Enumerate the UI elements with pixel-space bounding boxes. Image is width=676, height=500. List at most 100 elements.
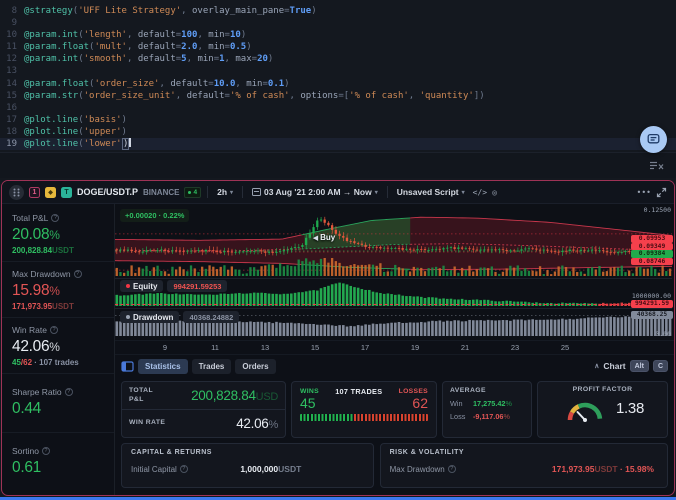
buy-trade-marker[interactable]: ◀ Buy bbox=[313, 233, 336, 242]
editor-toolbar bbox=[0, 152, 676, 178]
results-tabs: Statistics Trades Orders ∧ Chart Alt C bbox=[115, 354, 674, 377]
drag-handle[interactable] bbox=[9, 185, 24, 200]
price-axis-top-label: 0.12500 bbox=[644, 206, 671, 214]
code-editor[interactable]: 8@strategy('UFF Lite Strategy', overlay_… bbox=[0, 0, 676, 152]
info-icon[interactable]: ? bbox=[74, 270, 82, 278]
exchange-logo-badge[interactable]: ◆ bbox=[45, 187, 56, 198]
account-badge[interactable]: T bbox=[61, 187, 72, 198]
code-line[interactable]: 15@param.str('order_size_unit', default=… bbox=[0, 90, 676, 102]
info-icon[interactable]: ? bbox=[42, 447, 50, 455]
code-line[interactable]: 16 bbox=[0, 102, 676, 114]
line-number: 17 bbox=[0, 114, 24, 126]
line-number: 18 bbox=[0, 126, 24, 138]
summary-cards: CAPITAL & RETURNS Initial Capital? 1,000… bbox=[115, 441, 674, 495]
stat-sortino: Sortino? 0.61 bbox=[2, 433, 114, 483]
price-level-badge: 0.09384 bbox=[631, 250, 673, 258]
date-range-select[interactable]: 03 Aug '21 2:00 AM → Now▾ bbox=[249, 185, 381, 199]
code-text[interactable]: @param.int('length', default=100, min=10… bbox=[24, 29, 246, 41]
text-cursor bbox=[129, 138, 131, 147]
code-text[interactable]: @plot.line('upper') bbox=[24, 126, 127, 138]
time-axis-label: 23 bbox=[511, 343, 519, 352]
calendar-icon bbox=[252, 188, 261, 196]
info-icon[interactable]: ? bbox=[50, 326, 58, 334]
tab-orders[interactable]: Orders bbox=[235, 359, 275, 374]
card-capital-returns: CAPITAL & RETURNS Initial Capital? 1,000… bbox=[121, 443, 374, 488]
info-icon[interactable]: ? bbox=[448, 465, 456, 473]
line-number: 8 bbox=[0, 5, 24, 17]
code-line[interactable]: 9 bbox=[0, 17, 676, 29]
info-icon[interactable]: ? bbox=[65, 388, 73, 396]
chevron-down-icon: ▾ bbox=[462, 189, 465, 196]
equity-current-badge: 994291.59 bbox=[631, 300, 673, 308]
info-icon[interactable]: ? bbox=[180, 465, 188, 473]
code-line[interactable]: 10@param.int('length', default=100, min=… bbox=[0, 29, 676, 41]
chart-collapse-toggle[interactable]: ∧ Chart bbox=[594, 361, 625, 371]
drawdown-level-badge: 40368.25 bbox=[631, 311, 673, 319]
code-icon[interactable]: </> bbox=[473, 188, 487, 197]
strategy-tester-panel: 1 ◆ T DOGE/USDT.P BINANCE 4 2h▾ 03 Aug '… bbox=[1, 180, 675, 496]
time-axis-label: 25 bbox=[561, 343, 569, 352]
line-number: 10 bbox=[0, 29, 24, 41]
code-line[interactable]: 18@plot.line('upper') bbox=[0, 126, 676, 138]
status-dot-icon bbox=[188, 191, 191, 194]
timeframe-select[interactable]: 2h▾ bbox=[214, 185, 236, 199]
code-line[interactable]: 12@param.int('smooth', default=5, min=1,… bbox=[0, 53, 676, 65]
win-loss-bar bbox=[300, 414, 428, 421]
code-text[interactable]: @param.float('mult', default=2.0, min=0.… bbox=[24, 41, 252, 53]
card-average: AVERAGE Win 17,275.42% Loss -9,117.06% bbox=[442, 381, 532, 438]
code-lines[interactable]: 8@strategy('UFF Lite Strategy', overlay_… bbox=[0, 5, 676, 150]
code-text[interactable]: @param.float('order_size', default=10.0,… bbox=[24, 78, 290, 90]
price-level-badges: 0.099530.093490.093840.08746 bbox=[631, 235, 673, 265]
time-axis-label: 19 bbox=[411, 343, 419, 352]
equity-series-toggle[interactable]: Equity 994291.59253 bbox=[120, 280, 227, 292]
line-number: 11 bbox=[0, 41, 24, 53]
assistant-fab-button[interactable] bbox=[640, 126, 667, 153]
card-total-pl: TOTAL P&L 200,828.84USD WIN RATE 42.06% bbox=[121, 381, 286, 438]
line-number: 13 bbox=[0, 65, 24, 77]
panel-layout-icon[interactable] bbox=[121, 361, 134, 372]
drawdown-zero-label: 0.00 bbox=[655, 330, 671, 338]
tab-statistics[interactable]: Statistics bbox=[138, 359, 188, 374]
code-text[interactable]: @param.str('order_size_unit', default='%… bbox=[24, 90, 485, 102]
code-line[interactable]: 11@param.float('mult', default=2.0, min=… bbox=[0, 41, 676, 53]
expand-button[interactable] bbox=[656, 187, 667, 198]
price-change-badge: +0.00020 · 0.22% bbox=[120, 209, 189, 222]
symbol-button[interactable]: DOGE/USDT.P bbox=[77, 187, 138, 197]
chevron-down-icon: ▾ bbox=[375, 189, 378, 196]
code-line[interactable]: 14@param.float('order_size', default=10.… bbox=[0, 78, 676, 90]
price-level-badge: 0.08746 bbox=[631, 258, 673, 266]
code-line[interactable]: 17@plot.line('basis') bbox=[0, 114, 676, 126]
line-number: 16 bbox=[0, 102, 24, 114]
time-axis-label: 15 bbox=[311, 343, 319, 352]
time-axis-label: 11 bbox=[211, 343, 219, 352]
code-text[interactable]: @plot.line('lower') bbox=[24, 138, 131, 150]
chart-area: +0.00020 · 0.22% ◀ Buy 0.12500 0.099530.… bbox=[115, 204, 674, 340]
drawdown-series-toggle[interactable]: Drawdown 40368.24882 bbox=[120, 311, 239, 323]
stats-cards: TOTAL P&L 200,828.84USD WIN RATE 42.06% … bbox=[115, 377, 674, 441]
equity-dot-icon bbox=[126, 284, 130, 288]
win-bar bbox=[300, 414, 354, 421]
stat-win-rate: Win Rate? 42.06% 45/62 · 107 trades bbox=[2, 318, 114, 374]
strategy-count-badge[interactable]: 1 bbox=[29, 187, 40, 198]
drawdown-dot-icon bbox=[126, 315, 130, 319]
code-text[interactable]: @strategy('UFF Lite Strategy', overlay_m… bbox=[24, 5, 317, 17]
code-line[interactable]: 19@plot.line('lower') bbox=[0, 138, 676, 150]
script-select[interactable]: Unsaved Script▾ bbox=[394, 185, 468, 199]
drag-dots-icon bbox=[13, 188, 20, 197]
line-number: 12 bbox=[0, 53, 24, 65]
code-text[interactable]: @param.int('smooth', default=5, min=1, m… bbox=[24, 53, 273, 65]
code-line[interactable]: 8@strategy('UFF Lite Strategy', overlay_… bbox=[0, 5, 676, 17]
line-number: 9 bbox=[0, 17, 24, 29]
tab-trades[interactable]: Trades bbox=[192, 359, 232, 374]
code-text[interactable]: @plot.line('basis') bbox=[24, 114, 127, 126]
collapse-panel-icon[interactable] bbox=[649, 160, 664, 172]
more-button[interactable]: ••• bbox=[637, 188, 651, 197]
stat-max-drawdown: Max Drawdown? 15.98% 171,973.95USDT bbox=[2, 262, 114, 318]
record-icon[interactable]: ◎ bbox=[492, 188, 497, 197]
info-icon[interactable]: ? bbox=[51, 214, 59, 222]
card-profit-factor: PROFIT FACTOR 1.38 bbox=[537, 381, 668, 438]
code-line[interactable]: 13 bbox=[0, 65, 676, 77]
chevron-down-icon: ▾ bbox=[230, 189, 233, 196]
chart-time-axis[interactable]: 91113151719212325 bbox=[115, 340, 674, 354]
card-risk-volatility: RISK & VOLATILITY Max Drawdown? 171,973.… bbox=[380, 443, 668, 488]
